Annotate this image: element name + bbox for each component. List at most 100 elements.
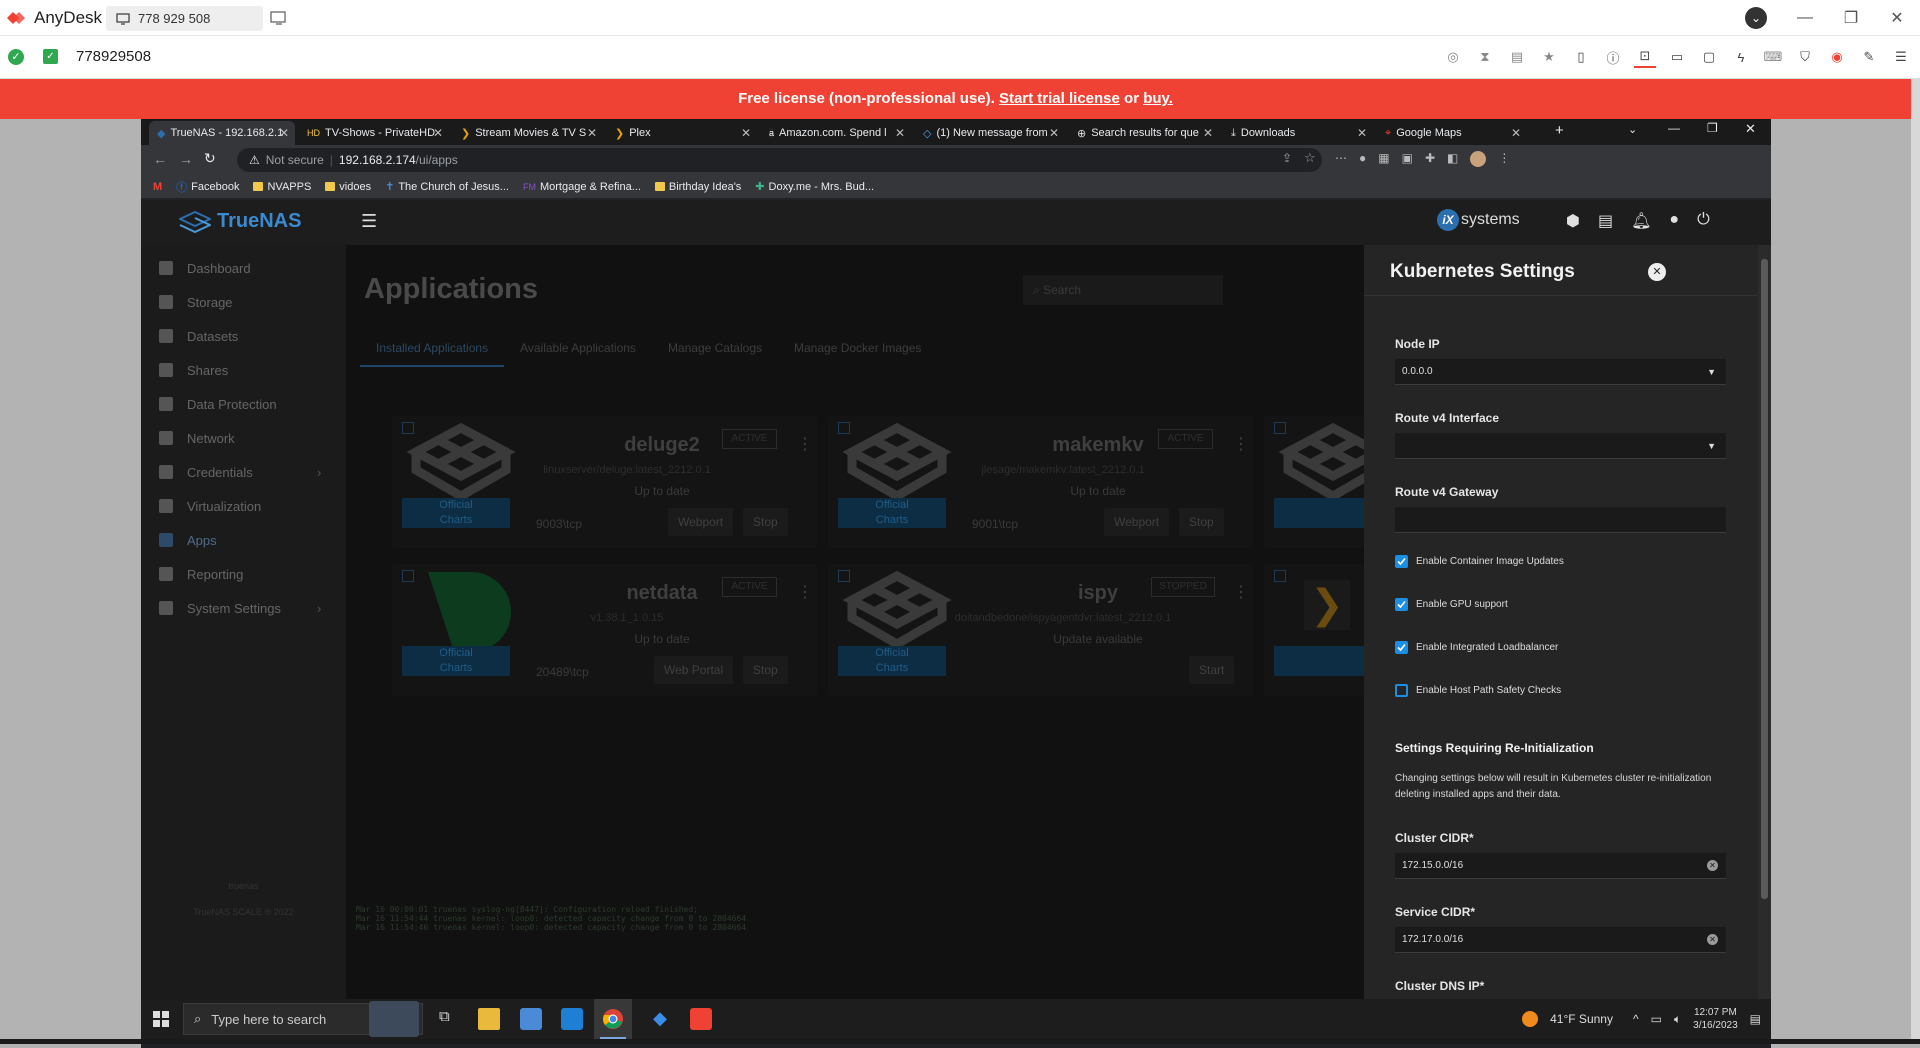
stop-button[interactable]: Stop [743,508,788,536]
more-vert-icon[interactable]: ⋮ [1233,434,1249,454]
sidebar-item-virtualization[interactable]: Virtualization [141,489,346,523]
tab-installed-applications[interactable]: Installed Applications [360,341,505,367]
power-icon[interactable]: ⏻ [1697,211,1710,231]
address-bar[interactable]: ⚠ Not secure | 192.168.2.174/ui/apps [237,148,1322,172]
clear-input-icon[interactable]: ✕ [1707,860,1718,871]
cluster-cidr-input[interactable]: 172.15.0.0/16 ✕ [1395,853,1726,879]
more-vert-icon[interactable]: ⋮ [1233,582,1249,602]
task-manager-icon[interactable]: ▤ [1598,211,1613,231]
bookmark-facebook[interactable]: ⓕ Facebook [176,179,239,195]
close-tab-icon[interactable]: ✕ [279,126,289,140]
sidebar-item-system-settings[interactable]: System Settings › [141,591,346,625]
keyboard-icon[interactable]: ⌨ [1762,46,1784,68]
store-icon[interactable] [520,1008,542,1030]
truenas-logo[interactable]: TrueNAS [179,210,301,233]
anydesk-menu-circle-icon[interactable]: ⌄ [1745,7,1767,29]
checkbox-container-updates[interactable]: Enable Container Image Updates [1395,555,1564,568]
start-button[interactable]: Start [1189,656,1235,684]
file-icon[interactable]: ▯ [1570,46,1592,68]
chrome-minimize-icon[interactable]: — [1668,121,1680,135]
permissions-icon[interactable]: ⛉ [1794,46,1816,68]
extension-icon[interactable]: ● [1359,151,1366,167]
app-select-checkbox[interactable] [1274,570,1286,582]
route-iface-select[interactable]: ▼ [1395,433,1726,459]
notifications-icon[interactable]: 🔔︎ [1631,211,1651,231]
checkbox-gpu-support[interactable]: Enable GPU support [1395,598,1508,611]
sidebar-item-reporting[interactable]: Reporting [141,557,346,591]
forward-icon[interactable]: → [179,151,193,167]
close-panel-icon[interactable]: ✕ [1648,263,1666,281]
sidebar-item-storage[interactable]: Storage [141,285,346,319]
new-tab-icon[interactable]: + [1555,122,1564,139]
chrome-close-icon[interactable]: ✕ [1745,121,1756,137]
tray-chevron-icon[interactable]: ^ [1633,1012,1639,1026]
anydesk-session-tab[interactable]: 778 929 508 [106,6,263,31]
close-tab-icon[interactable]: ✕ [741,126,751,140]
tab-google-maps[interactable]: ⌖ Google Maps ✕ [1377,121,1527,145]
tab-new-message[interactable]: ◇ (1) New message from ✕ [915,121,1065,145]
new-session-icon[interactable] [270,10,288,26]
restore-icon[interactable]: ❐ [1828,8,1874,28]
stop-button[interactable]: Stop [743,656,788,684]
close-tab-icon[interactable]: ✕ [1357,126,1367,140]
account-icon[interactable]: ● [1669,211,1679,231]
checkbox-unchecked-icon[interactable] [1395,684,1408,697]
node-ip-select[interactable]: 0.0.0.0 ▼ [1395,359,1726,385]
info-icon[interactable]: ⓘ [1602,46,1624,68]
weather-text[interactable]: 41°F Sunny [1550,1012,1613,1026]
sidebar-item-dashboard[interactable]: Dashboard [141,251,346,285]
route-gateway-input[interactable] [1395,507,1726,533]
favorite-icon[interactable]: ★ [1538,46,1560,68]
extension-icon[interactable]: ⋯ [1335,151,1347,167]
actions-icon[interactable]: ϟ [1730,46,1752,68]
close-tab-icon[interactable]: ✕ [587,126,597,140]
display-icon[interactable]: ⊡ [1634,46,1656,68]
checkbox-loadbalancer[interactable]: Enable Integrated Loadbalancer [1395,641,1558,654]
profile-avatar[interactable] [1470,151,1487,167]
network-tray-icon[interactable]: ▭ [1651,1012,1662,1026]
web-portal-button[interactable]: Web Portal [654,656,734,684]
tab-manage-catalogs[interactable]: Manage Catalogs [652,341,778,367]
extension-icon[interactable]: ▣ [1402,151,1413,167]
service-cidr-input[interactable]: 172.17.0.0/16 ✕ [1395,927,1726,953]
reload-icon[interactable]: ↻ [204,150,216,167]
extension-icon[interactable]: ▦ [1378,151,1389,167]
sidebar-item-shares[interactable]: Shares [141,353,346,387]
checkbox-host-path-checks[interactable]: Enable Host Path Safety Checks [1395,684,1561,697]
tab-available-applications[interactable]: Available Applications [504,341,652,367]
close-tab-icon[interactable]: ✕ [895,126,905,140]
record-icon[interactable]: ◉ [1826,46,1848,68]
anydesk-taskbar-icon[interactable] [690,1008,712,1030]
chat-icon[interactable]: ▢ [1698,46,1720,68]
tab-plex[interactable]: ❯ Plex ✕ [607,121,757,145]
hamburger-icon[interactable]: ☰ [361,211,377,232]
tab-manage-docker-images[interactable]: Manage Docker Images [778,341,937,367]
anydesk-scrollbar[interactable] [1911,79,1920,1039]
close-tab-icon[interactable]: ✕ [433,126,443,140]
bookmark-church[interactable]: ✝ The Church of Jesus... [385,180,509,194]
webport-button[interactable]: Webport [1104,508,1170,536]
close-icon[interactable]: ✕ [1874,8,1920,28]
sidepanel-icon[interactable]: ◧ [1447,151,1458,167]
bookmark-nvapps[interactable]: NVAPPS [253,181,311,193]
vpn-icon[interactable]: ◆ [649,1008,671,1030]
monitor-icon[interactable]: ▭ [1666,46,1688,68]
timer-icon[interactable]: ⧗ [1474,46,1496,68]
sidebar-item-datasets[interactable]: Datasets [141,319,346,353]
sidebar-item-credentials[interactable]: Credentials › [141,455,346,489]
truecommand-icon[interactable]: ⬢ [1566,211,1580,231]
bookmark-doxy[interactable]: ✚ Doxy.me - Mrs. Bud... [755,180,874,194]
panel-scrollbar-thumb[interactable] [1761,259,1768,899]
clear-input-icon[interactable]: ✕ [1707,934,1718,945]
mail-icon[interactable] [561,1008,583,1030]
close-tab-icon[interactable]: ✕ [1049,126,1059,140]
ix-systems-logo[interactable]: iX systems [1437,209,1520,231]
checkbox-checked-icon[interactable] [1395,555,1408,568]
checkbox-checked-icon[interactable] [1395,598,1408,611]
stop-button[interactable]: Stop [1179,508,1224,536]
chrome-menu-icon[interactable]: ⋮ [1498,151,1510,167]
minimize-icon[interactable]: — [1782,9,1828,27]
close-tab-icon[interactable]: ✕ [1511,126,1521,140]
tab-privatehd[interactable]: HD TV-Shows - PrivateHD ✕ [299,121,449,145]
windows-start-icon[interactable] [153,1011,169,1027]
